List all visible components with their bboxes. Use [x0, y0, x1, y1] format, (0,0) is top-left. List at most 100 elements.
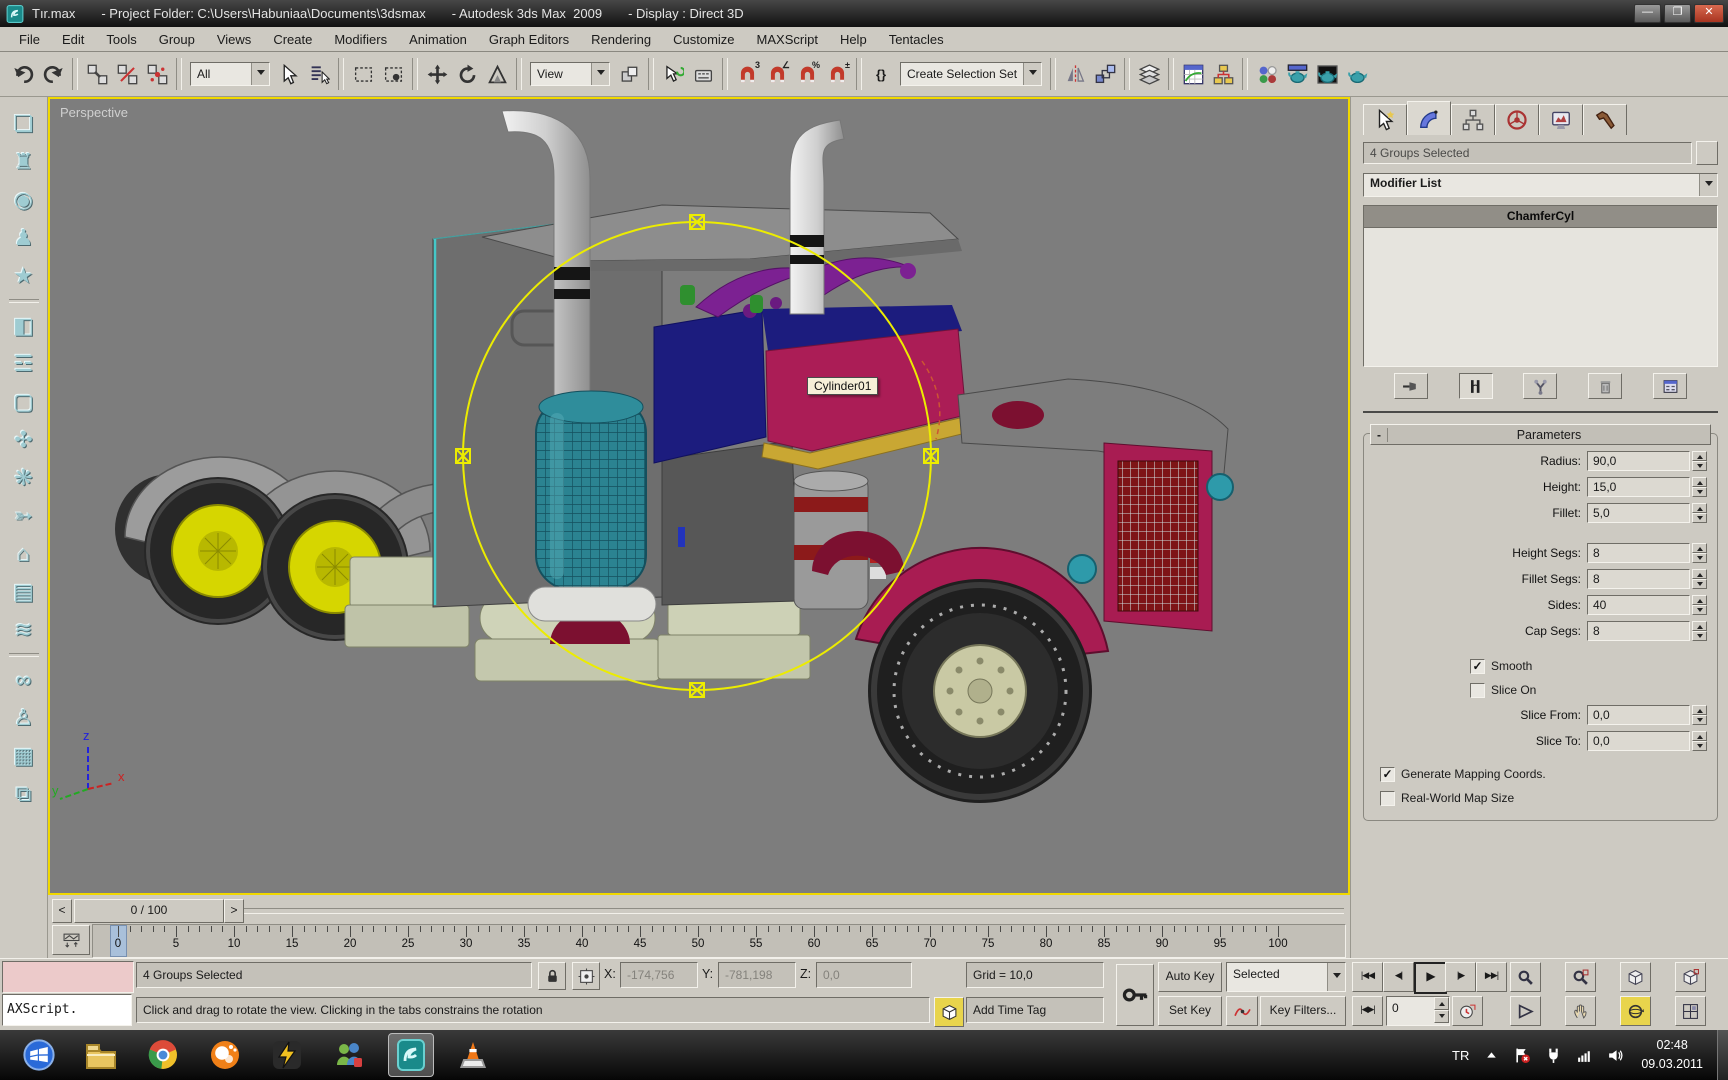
menu-item-tentacles[interactable]: Tentacles — [878, 30, 955, 49]
menu-item-customize[interactable]: Customize — [662, 30, 745, 49]
reference-coordinate-system-dropdown[interactable]: View — [530, 62, 610, 86]
action-center-flag-icon[interactable] — [1514, 1047, 1531, 1064]
go-to-start-button[interactable]: |◀◀ — [1352, 962, 1383, 992]
edit-named-selection-sets-icon[interactable]: {} — [867, 60, 895, 88]
checkbox-icon[interactable] — [1470, 682, 1485, 698]
go-to-end-button[interactable]: ▶▶| — [1476, 962, 1507, 992]
slice-slicefrom-field[interactable]: 0,0 — [1587, 705, 1690, 725]
selection-filter-dropdown[interactable]: All — [190, 62, 270, 86]
quick-render-icon[interactable] — [1343, 60, 1371, 88]
curve-editor-icon[interactable] — [1179, 60, 1207, 88]
rigid-body-collection-icon[interactable]: ❏ — [6, 105, 42, 143]
percent-snap-icon[interactable]: % — [793, 60, 821, 88]
zoom-icon[interactable] — [1510, 962, 1541, 992]
water-icon[interactable]: ≋ — [6, 611, 42, 649]
dashpot-icon[interactable]: ▢ — [6, 383, 42, 421]
taskbar-app-chrome[interactable] — [140, 1033, 186, 1077]
schematic-view-icon[interactable] — [1209, 60, 1237, 88]
taskbar-app-gom-player[interactable] — [202, 1033, 248, 1077]
modifier-list-dropdown[interactable]: Modifier List — [1363, 173, 1718, 197]
perspective-viewport[interactable]: z y x Perspective Cylinder01 — [48, 97, 1350, 895]
show-desktop-button[interactable] — [1717, 1030, 1728, 1080]
time-configuration-icon[interactable] — [1452, 996, 1483, 1026]
select-and-rotate-icon[interactable] — [453, 60, 481, 88]
motor-icon[interactable]: ❋ — [6, 459, 42, 497]
checkbox-smooth[interactable]: ✓ Smooth — [1470, 654, 1711, 678]
rectangular-selection-region-icon[interactable] — [349, 60, 377, 88]
absolute-mode-icon[interactable] — [572, 962, 600, 990]
cloth-collection-icon[interactable]: ♜ — [6, 143, 42, 181]
frame-forward-button[interactable]: > — [224, 899, 244, 923]
chevron-down-icon[interactable] — [1327, 963, 1345, 991]
spinner-control[interactable] — [1692, 543, 1707, 563]
rendered-frame-window-icon[interactable] — [1313, 60, 1341, 88]
tab-motion[interactable] — [1495, 104, 1539, 135]
pin-stack-icon[interactable] — [1393, 373, 1428, 399]
isolate-cube-icon[interactable] — [934, 997, 964, 1027]
param-filletsegs-field[interactable]: 8 — [1587, 569, 1690, 589]
tab-modify[interactable] — [1407, 101, 1451, 135]
default-in-out-tangent-icon[interactable] — [1226, 996, 1258, 1026]
tray-expand-icon[interactable] — [1483, 1047, 1500, 1064]
go-to-previous-key-button[interactable]: |◀▶| — [1352, 996, 1383, 1026]
menu-item-group[interactable]: Group — [148, 30, 206, 49]
menu-item-file[interactable]: File — [8, 30, 51, 49]
menu-item-graph-editors[interactable]: Graph Editors — [478, 30, 580, 49]
time-slider-handle[interactable]: 0 / 100 — [74, 899, 224, 923]
snaps-toggle-icon[interactable]: 3 — [733, 60, 761, 88]
taskbar-app-3dsmax[interactable] — [388, 1033, 434, 1077]
menu-item-rendering[interactable]: Rendering — [580, 30, 662, 49]
checkbox-real-world-map-size[interactable]: Real-World Map Size — [1380, 786, 1711, 810]
material-editor-icon[interactable] — [1253, 60, 1281, 88]
menu-item-create[interactable]: Create — [262, 30, 323, 49]
remove-modifier-icon[interactable] — [1588, 373, 1623, 399]
rope-collection-icon[interactable]: ♟ — [6, 219, 42, 257]
select-and-manipulate-icon[interactable] — [659, 60, 687, 88]
menu-item-animation[interactable]: Animation — [398, 30, 478, 49]
deforming-mesh-collection-icon[interactable]: ★ — [6, 257, 42, 295]
truck-model[interactable]: z y x — [50, 99, 1348, 893]
selection-field-button[interactable] — [1696, 141, 1718, 165]
power-plug-icon[interactable] — [1545, 1047, 1562, 1064]
selection-name-field[interactable]: 4 Groups Selected — [1363, 142, 1692, 164]
spinner-control[interactable] — [1692, 503, 1707, 523]
propeller-icon[interactable]: ✣ — [6, 421, 42, 459]
align-icon[interactable] — [1091, 60, 1119, 88]
next-frame-button[interactable]: |▶ — [1445, 962, 1476, 992]
set-keys-key-icon[interactable] — [1116, 964, 1154, 1026]
menu-item-views[interactable]: Views — [206, 30, 262, 49]
spinner-control[interactable] — [1692, 705, 1707, 725]
use-pivot-point-center-icon[interactable] — [615, 60, 643, 88]
param-capsegs-field[interactable]: 8 — [1587, 621, 1690, 641]
key-filters-button[interactable]: Key Filters... — [1260, 996, 1346, 1026]
make-unique-icon[interactable] — [1523, 373, 1558, 399]
param-height-field[interactable]: 15,0 — [1587, 477, 1690, 497]
spinner-control[interactable] — [1692, 731, 1707, 751]
checkbox-generate-mapping-coords-[interactable]: ✓ Generate Mapping Coords. — [1380, 762, 1711, 786]
auto-key-button[interactable]: Auto Key — [1158, 962, 1222, 992]
storage-icon[interactable]: ▦ — [6, 737, 42, 775]
taskbar-app-vlc[interactable] — [450, 1033, 496, 1077]
track-bar-ruler[interactable]: 0 5 10 15 20 25 30 35 40 45 50 55 60 65 70 75 80 85 90 95 10… — [92, 924, 1346, 958]
zoom-all-icon[interactable] — [1565, 962, 1596, 992]
maxscript-listener-line[interactable]: AXScript. — [2, 994, 132, 1026]
modifier-stack-item[interactable]: ChamferCyl — [1364, 206, 1717, 228]
select-and-link-icon[interactable] — [83, 60, 111, 88]
soft-body-collection-icon[interactable]: ◉ — [6, 181, 42, 219]
chevron-down-icon[interactable] — [1699, 174, 1717, 196]
close-button[interactable]: ✕ — [1694, 4, 1724, 23]
bind-to-space-warp-icon[interactable] — [143, 60, 171, 88]
chevron-down-icon[interactable] — [251, 63, 269, 85]
spring-icon[interactable]: ☲ — [6, 345, 42, 383]
hinge-icon[interactable]: ▤ — [6, 573, 42, 611]
spinner-control[interactable] — [1692, 621, 1707, 641]
taskbar-app-winamp[interactable] — [264, 1033, 310, 1077]
pan-icon[interactable] — [1565, 996, 1596, 1026]
zoom-extents-all-icon[interactable] — [1675, 962, 1706, 992]
network-signal-icon[interactable] — [1576, 1047, 1593, 1064]
menu-item-help[interactable]: Help — [829, 30, 878, 49]
wind-icon[interactable]: ➳ — [6, 497, 42, 535]
set-key-button[interactable]: Set Key — [1158, 996, 1222, 1026]
tab-utilities[interactable] — [1583, 104, 1627, 135]
viewport-label[interactable]: Perspective — [60, 105, 128, 120]
